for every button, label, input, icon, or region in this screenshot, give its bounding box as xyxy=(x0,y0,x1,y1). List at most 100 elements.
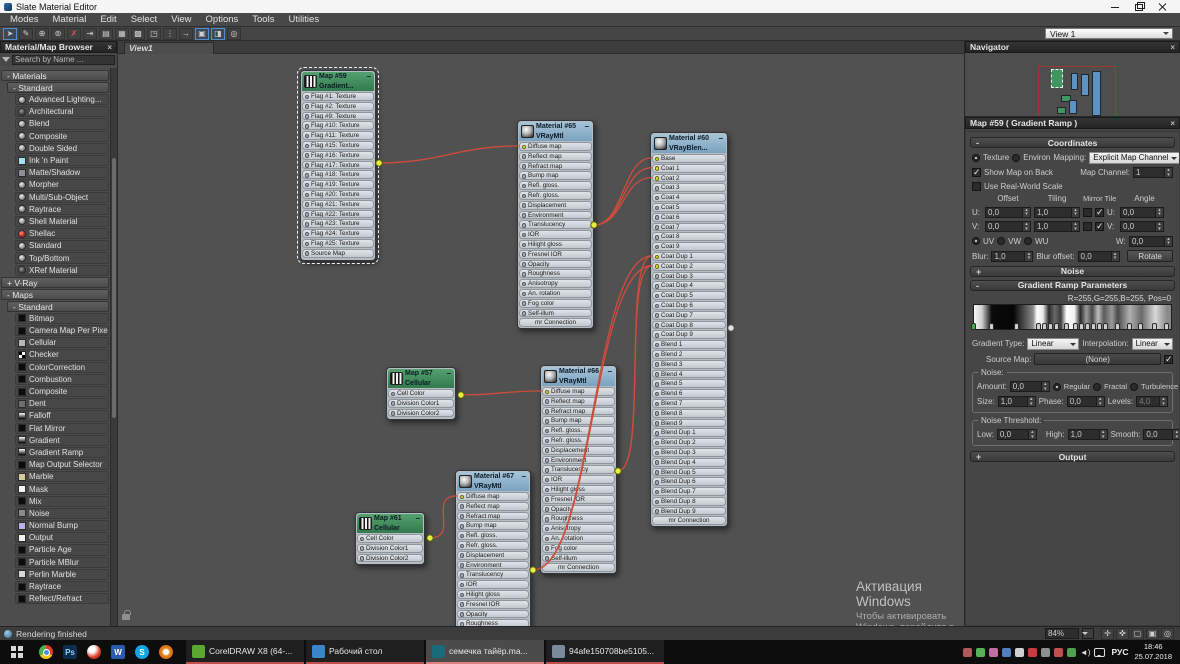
node-header[interactable]: Material #66 VRayMtl − xyxy=(542,367,615,386)
filter-icon[interactable] xyxy=(2,56,10,64)
node-slot-opacity[interactable]: Opacity xyxy=(519,259,592,269)
slot-connector[interactable] xyxy=(544,468,550,473)
node-slot-flag-1-texture[interactable]: Flag #1: Texture xyxy=(302,92,374,101)
node-slot-blend-9[interactable]: Blend 9 xyxy=(652,418,726,428)
node-slot-hilight-gloss[interactable]: Hilight gloss xyxy=(457,589,529,599)
node-slot-cell-color[interactable]: Cell Color xyxy=(357,534,423,543)
gradient-flag-17[interactable] xyxy=(1138,322,1144,330)
browser-item-architectural[interactable]: Architectural xyxy=(15,106,109,118)
node-slot-coat-3[interactable]: Coat 3 xyxy=(652,183,726,193)
browser-group-0-materials[interactable]: - Materials xyxy=(1,70,109,81)
slot-connector[interactable] xyxy=(459,573,465,578)
hide-unused-nodeslots-button[interactable]: ▤ xyxy=(99,27,113,40)
node-slot-flag-23-texture[interactable]: Flag #23: Texture xyxy=(302,219,374,229)
node-slot-translucency[interactable]: Translucency xyxy=(542,465,615,475)
tray-icon-4[interactable] xyxy=(1001,647,1011,657)
slot-connector[interactable] xyxy=(459,533,465,539)
slot-connector[interactable] xyxy=(459,592,465,598)
threshold-smooth-spinner[interactable]: 0,0 ▴ ▾ xyxy=(1143,429,1179,440)
slot-connector[interactable] xyxy=(654,264,660,270)
slot-connector[interactable] xyxy=(304,202,310,208)
slot-connector[interactable] xyxy=(304,241,310,247)
node-slot-flag-9-texture[interactable]: Flag #9: Texture xyxy=(302,111,374,121)
slot-connector[interactable] xyxy=(521,203,527,209)
node-mat66[interactable]: Material #66 VRayMtl − Diffuse map Reflect m… xyxy=(540,365,621,575)
slot-connector[interactable] xyxy=(654,450,660,456)
browser-item-output[interactable]: Output xyxy=(15,532,109,544)
browser-item-cellular[interactable]: Cellular xyxy=(15,337,109,349)
gradient-flag-13[interactable] xyxy=(1097,322,1103,330)
node-slot-flag-2-texture[interactable]: Flag #2: Texture xyxy=(302,101,374,111)
node-slot-coat-dup-4[interactable]: Coat Dup 4 xyxy=(652,281,726,291)
node-slot-fog-color[interactable]: Fog color xyxy=(542,543,615,553)
node-slot-hilight-gloss[interactable]: Hilight gloss xyxy=(519,239,592,249)
output-tab[interactable] xyxy=(725,283,732,523)
collapse-icon[interactable]: − xyxy=(446,369,451,378)
browser-item-shell-material[interactable]: Shell Material xyxy=(15,215,109,228)
slot-connector[interactable] xyxy=(654,166,660,172)
slot-connector[interactable] xyxy=(654,254,660,260)
u-angle-spinner[interactable]: 0,0 ▴ ▾ xyxy=(1120,206,1164,218)
slot-connector[interactable] xyxy=(521,213,527,218)
browser-item-mask[interactable]: Mask xyxy=(15,483,109,495)
node-slot-flag-19-texture[interactable]: Flag #19: Texture xyxy=(302,180,374,189)
node-slot-blend-2[interactable]: Blend 2 xyxy=(652,349,726,359)
node-slot-coat-dup-8[interactable]: Coat Dup 8 xyxy=(652,320,726,330)
node-slot-flag-16-texture[interactable]: Flag #16: Texture xyxy=(302,150,374,160)
node-view[interactable]: View1 Map #59 Gradient... − Flag #1: Textur… xyxy=(118,41,964,626)
browser-item-double-sided[interactable]: Double Sided xyxy=(15,142,109,154)
slot-connector[interactable] xyxy=(359,536,365,542)
collapse-icon[interactable]: − xyxy=(718,134,723,143)
navigator-node-thumbnail[interactable] xyxy=(1092,71,1101,116)
slot-connector[interactable] xyxy=(459,524,465,529)
slot-connector[interactable] xyxy=(654,186,660,191)
statusbar-tool-4-button[interactable]: ▣ xyxy=(1146,627,1159,640)
slot-connector[interactable] xyxy=(654,235,660,240)
node-slot-refract-map[interactable]: Refract map xyxy=(542,406,615,416)
browser-scrollbar[interactable] xyxy=(110,68,117,626)
gradient-flag-11[interactable] xyxy=(1085,322,1091,330)
slot-connector[interactable] xyxy=(544,438,550,444)
slot-connector[interactable] xyxy=(304,124,310,129)
slot-connector[interactable] xyxy=(544,389,550,395)
gradient-flag-19[interactable] xyxy=(1164,322,1170,330)
blur-spinner[interactable]: 1,0 ▴ ▾ xyxy=(991,250,1034,262)
node-slot-refract-map[interactable]: Refract map xyxy=(457,511,529,521)
slot-connector[interactable] xyxy=(521,242,527,248)
node-slot-blend-dup-4[interactable]: Blend Dup 4 xyxy=(652,457,726,467)
slot-connector[interactable] xyxy=(654,460,660,465)
node-mat65[interactable]: Material #65 VRayMtl − Diffuse map Reflect m… xyxy=(517,120,598,330)
browser-item-ink-n-paint[interactable]: Ink 'n Paint xyxy=(15,154,109,167)
slot-connector[interactable] xyxy=(521,193,527,199)
node-slot-coat-dup-5[interactable]: Coat Dup 5 xyxy=(652,291,726,300)
slot-connector[interactable] xyxy=(521,223,527,228)
assign-material-to-selection-button[interactable]: ⊚ xyxy=(51,27,65,40)
u-offset-spinner[interactable]: 0,0 ▴ ▾ xyxy=(985,206,1031,218)
collapse-icon[interactable]: − xyxy=(366,72,371,81)
node-slot-source-map[interactable]: Source Map xyxy=(302,248,374,258)
turbulence-radio[interactable] xyxy=(1129,382,1138,391)
node-mat60[interactable]: Material #60 VRayBlen... − Base Coat 1 Coat 2… xyxy=(650,132,732,528)
node-slot-hilight-gloss[interactable]: Hilight gloss xyxy=(542,484,615,494)
browser-item-standard[interactable]: Standard xyxy=(15,240,109,252)
node-slot-ior[interactable]: IOR xyxy=(457,580,529,589)
show-map-on-back-checkbox[interactable] xyxy=(972,167,981,178)
node-slot-division-color1[interactable]: Division Color1 xyxy=(388,398,454,408)
browser-item-gradient[interactable]: Gradient xyxy=(15,434,109,446)
browser-item-map-output-selector[interactable]: Map Output Selector xyxy=(15,459,109,471)
node-slot-reflect-map[interactable]: Reflect map xyxy=(457,501,529,511)
slot-connector[interactable] xyxy=(544,536,550,542)
slot-connector[interactable] xyxy=(654,313,660,319)
node-slot-refr-gloss[interactable]: Refr. gloss. xyxy=(457,540,529,550)
node-slot-anisotropy[interactable]: Anisotropy xyxy=(542,524,615,533)
mapping-dropdown[interactable]: Explicit Map Channel xyxy=(1089,151,1179,164)
gradient-flag-15[interactable] xyxy=(1114,322,1120,330)
node-slot-roughness[interactable]: Roughness xyxy=(542,514,615,524)
w-angle-spinner[interactable]: 0,0 ▴ ▾ xyxy=(1129,235,1173,247)
node-slot-blend-dup-1[interactable]: Blend Dup 1 xyxy=(652,428,726,438)
browser-item-morpher[interactable]: Morpher xyxy=(15,179,109,191)
node-slot-coat-1[interactable]: Coat 1 xyxy=(652,163,726,173)
node-slot-coat-8[interactable]: Coat 8 xyxy=(652,232,726,242)
output-tab[interactable] xyxy=(453,390,460,417)
node-slot-diffuse-map[interactable]: Diffuse map xyxy=(457,492,529,501)
